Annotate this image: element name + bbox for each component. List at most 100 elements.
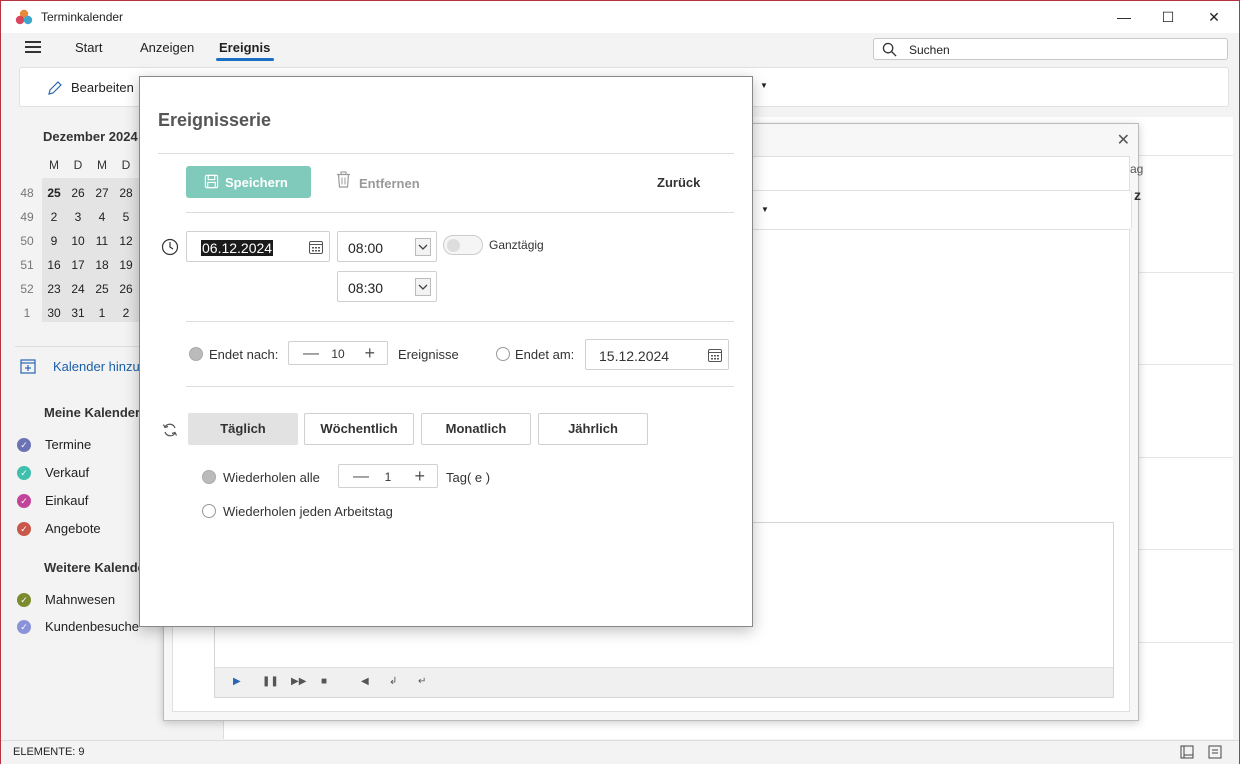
divider: [158, 153, 734, 154]
chevron-down-icon[interactable]: [415, 278, 431, 296]
start-date-field[interactable]: 06.12.2024: [186, 231, 330, 262]
plus-icon[interactable]: +: [414, 466, 425, 487]
day-cell[interactable]: 5: [114, 210, 138, 224]
maximize-button[interactable]: ☐: [1145, 1, 1191, 33]
calendar-item-angebote[interactable]: ✓ Angebote: [17, 521, 101, 537]
start-date-value: 06.12.2024: [201, 240, 274, 256]
day-cell[interactable]: 1: [90, 306, 114, 320]
menu-ereignis[interactable]: Ereignis: [219, 40, 270, 55]
menu-start[interactable]: Start: [75, 40, 102, 55]
week-number: 1: [23, 306, 31, 320]
fast-forward-icon[interactable]: ▶▶: [291, 676, 306, 687]
day-cell[interactable]: 16: [42, 258, 66, 272]
day-cell[interactable]: 23: [42, 282, 66, 296]
day-cell[interactable]: 24: [66, 282, 90, 296]
repeat-workday-label: Wiederholen jeden Arbeitstag: [223, 504, 393, 519]
check-icon[interactable]: ✓: [17, 593, 31, 607]
day-cell[interactable]: 26: [114, 282, 138, 296]
chevron-down-icon[interactable]: [415, 238, 431, 256]
hamburger-menu-icon[interactable]: [25, 41, 41, 53]
day-cell[interactable]: 25: [42, 186, 66, 200]
ends-on-radio[interactable]: [496, 347, 510, 361]
repeat-every-stepper[interactable]: — 1 +: [338, 464, 438, 488]
check-icon[interactable]: ✓: [17, 494, 31, 508]
day-cell[interactable]: 19: [114, 258, 138, 272]
check-icon[interactable]: ✓: [17, 466, 31, 480]
menu-anzeigen[interactable]: Anzeigen: [140, 40, 194, 55]
dropdown-field[interactable]: ▼: [740, 190, 1132, 230]
check-icon[interactable]: ✓: [17, 522, 31, 536]
tab-weekly[interactable]: Wöchentlich: [304, 413, 414, 445]
calendar-item-verkauf[interactable]: ✓ Verkauf: [17, 465, 89, 481]
repeat-workday-radio[interactable]: [202, 504, 216, 518]
repeat-every-radio[interactable]: [202, 470, 216, 484]
day-cell[interactable]: 30: [42, 306, 66, 320]
calendar-icon[interactable]: [309, 241, 323, 254]
day-cell[interactable]: 2: [42, 210, 66, 224]
layout-icon[interactable]: [1180, 745, 1194, 759]
day-cell[interactable]: 28: [114, 186, 138, 200]
back-button[interactable]: Zurück: [657, 175, 700, 190]
minimize-button[interactable]: —: [1101, 1, 1147, 33]
ends-after-stepper[interactable]: — 10 +: [288, 341, 388, 365]
media-toolbar: ▶ ❚❚ ▶▶ ■ ◀ ↲ ↵: [215, 667, 1113, 697]
calendar-item-termine[interactable]: ✓ Termine: [17, 437, 91, 453]
calendar-item-mahnwesen[interactable]: ✓ Mahnwesen: [17, 592, 115, 608]
save-label: Speichern: [225, 175, 288, 190]
ends-after-radio[interactable]: [189, 347, 203, 361]
repeat-unit-label: Tag( e ): [446, 470, 491, 485]
calendar-item-label: Kundenbesuche: [45, 619, 139, 634]
all-day-toggle[interactable]: [443, 235, 483, 255]
divider: [186, 386, 734, 387]
edit-button[interactable]: Bearbeiten: [71, 80, 134, 95]
save-button[interactable]: Speichern: [186, 166, 311, 198]
clock-icon: [161, 238, 179, 256]
day-cell[interactable]: 17: [66, 258, 90, 272]
list-view-icon[interactable]: [1208, 745, 1222, 759]
weekday-header: M: [49, 158, 59, 172]
chevron-down-icon[interactable]: ▼: [760, 81, 768, 90]
check-icon[interactable]: ✓: [17, 620, 31, 634]
rewind-icon[interactable]: ↲: [389, 676, 397, 687]
plus-icon[interactable]: +: [364, 343, 375, 364]
day-cell[interactable]: 31: [66, 306, 90, 320]
day-cell[interactable]: 2: [114, 306, 138, 320]
day-cell[interactable]: 3: [66, 210, 90, 224]
day-cell[interactable]: 4: [90, 210, 114, 224]
pause-icon[interactable]: ❚❚: [262, 676, 279, 687]
end-time-field[interactable]: 08:30: [337, 271, 437, 302]
save-icon: [204, 174, 219, 189]
minimize-icon: —: [1117, 9, 1131, 25]
search-input[interactable]: Suchen: [873, 38, 1228, 60]
stop-icon[interactable]: ■: [321, 676, 327, 687]
day-cell[interactable]: 25: [90, 282, 114, 296]
calendar-item-kundenbesuche[interactable]: ✓ Kundenbesuche: [17, 619, 139, 635]
day-cell[interactable]: 18: [90, 258, 114, 272]
calendar-add-icon[interactable]: [20, 358, 36, 374]
day-cell[interactable]: 27: [90, 186, 114, 200]
add-calendar-link[interactable]: Kalender hinzu: [53, 359, 140, 374]
calendar-item-einkauf[interactable]: ✓ Einkauf: [17, 493, 88, 509]
repeat-every-label: Wiederholen alle: [223, 470, 320, 485]
tab-daily[interactable]: Täglich: [188, 413, 298, 445]
day-cell[interactable]: 9: [42, 234, 66, 248]
close-icon[interactable]: ✕: [1117, 130, 1130, 150]
play-icon[interactable]: ▶: [233, 676, 241, 687]
all-day-label: Ganztägig: [489, 238, 544, 252]
start-time-field[interactable]: 08:00: [337, 231, 437, 262]
calendar-icon[interactable]: [708, 349, 722, 362]
end-date-field[interactable]: 15.12.2024: [585, 339, 729, 370]
skip-icon[interactable]: ↵: [418, 676, 426, 687]
volume-icon[interactable]: ◀: [361, 676, 369, 687]
day-cell[interactable]: 12: [114, 234, 138, 248]
check-icon[interactable]: ✓: [17, 438, 31, 452]
day-cell[interactable]: 11: [90, 234, 114, 248]
day-cell[interactable]: 10: [66, 234, 90, 248]
close-window-button[interactable]: ✕: [1191, 1, 1237, 33]
tab-yearly[interactable]: Jährlich: [538, 413, 648, 445]
end-time-value: 08:30: [348, 280, 384, 296]
week-number: 52: [20, 282, 34, 296]
tab-monthly[interactable]: Monatlich: [421, 413, 531, 445]
day-cell[interactable]: 26: [66, 186, 90, 200]
app-logo-icon: [15, 9, 33, 25]
